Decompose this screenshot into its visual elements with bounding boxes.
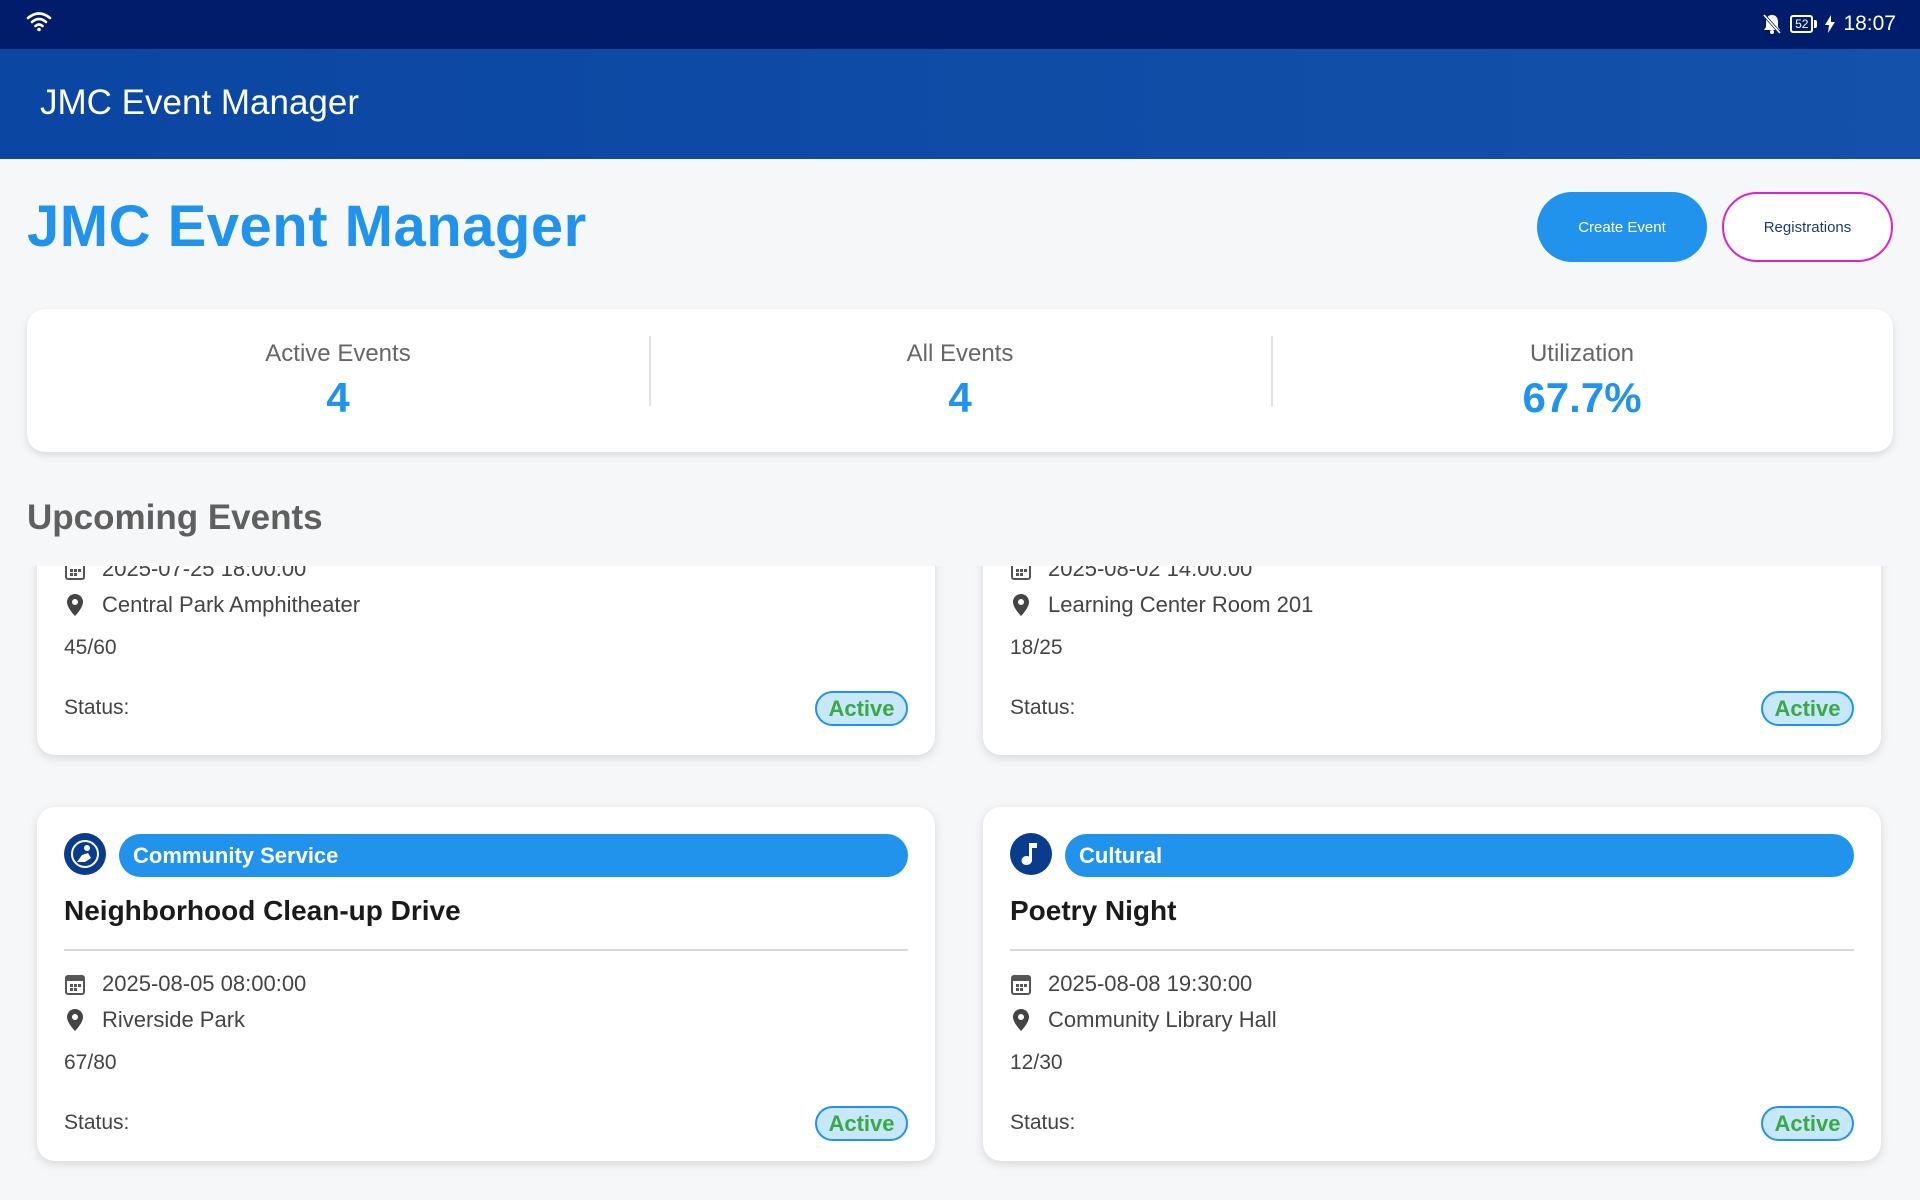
event-location: Central Park Amphitheater (102, 592, 361, 617)
create-event-button[interactable]: Create Event (1537, 192, 1707, 262)
event-location-row: Riverside Park (64, 1007, 245, 1033)
events-list[interactable]: 2025-07-25 18:00:00 Central Park Amphith… (0, 566, 1920, 1200)
event-card[interactable]: Community Service Neighborhood Clean-up … (37, 807, 935, 1161)
battery-level: 52 (1790, 15, 1814, 33)
calendar-icon (65, 975, 85, 995)
charging-icon (1825, 15, 1836, 33)
battery-indicator: 52 (1790, 15, 1818, 33)
event-status-label: Status: (64, 696, 130, 719)
status-badge: Active (1761, 1106, 1854, 1141)
stat-active-events: Active Events 4 (27, 309, 649, 452)
location-pin-icon (67, 1009, 83, 1031)
stats-card: Active Events 4 All Events 4 Utilization… (27, 309, 1893, 452)
stat-label: Utilization (1529, 340, 1635, 367)
location-pin-icon (67, 594, 83, 616)
section-title: Upcoming Events (27, 498, 323, 537)
music-note-icon (1010, 833, 1052, 875)
event-status-label: Status: (1010, 1111, 1076, 1134)
event-card[interactable]: 2025-07-25 18:00:00 Central Park Amphith… (37, 566, 935, 755)
status-badge: Active (815, 691, 908, 726)
stat-label: All Events (906, 340, 1014, 367)
event-datetime-row: 2025-07-25 18:00:00 (64, 566, 306, 582)
stat-value: 67.7% (1522, 374, 1642, 421)
status-badge: Active (815, 1106, 908, 1141)
volunteer-icon (64, 833, 106, 875)
event-card[interactable]: 2025-08-02 14:00:00 Learning Center Room… (983, 566, 1881, 755)
notifications-muted-icon (1762, 14, 1782, 34)
divider (64, 949, 908, 951)
event-datetime: 2025-08-02 14:00:00 (1048, 566, 1253, 581)
event-location: Riverside Park (102, 1007, 246, 1032)
event-category: Community Service (119, 834, 908, 877)
status-badge: Active (1761, 691, 1854, 726)
event-location: Community Library Hall (1048, 1007, 1277, 1032)
calendar-icon (65, 566, 85, 580)
event-title: Poetry Night (1010, 895, 1177, 926)
event-location-row: Central Park Amphitheater (64, 592, 360, 618)
event-location-row: Community Library Hall (1010, 1007, 1277, 1033)
divider (1010, 949, 1854, 951)
app-bar: JMC Event Manager (0, 49, 1920, 159)
event-status-label: Status: (1010, 696, 1076, 719)
event-category: Cultural (1065, 834, 1854, 877)
stat-value: 4 (948, 374, 972, 421)
stat-label: Active Events (265, 340, 411, 367)
event-status-label: Status: (64, 1111, 130, 1134)
event-capacity: 45/60 (64, 636, 117, 659)
app-bar-title: JMC Event Manager (40, 83, 360, 122)
event-card[interactable]: Cultural Poetry Night 2025-08-08 19:30:0… (983, 807, 1881, 1161)
event-capacity: 67/80 (64, 1051, 117, 1074)
event-datetime: 2025-07-25 18:00:00 (102, 566, 307, 581)
registrations-button[interactable]: Registrations (1722, 192, 1893, 262)
stat-value: 4 (326, 374, 350, 421)
calendar-icon (1011, 975, 1031, 995)
event-datetime-row: 2025-08-02 14:00:00 (1010, 566, 1252, 582)
location-pin-icon (1013, 1009, 1029, 1031)
wifi-icon (26, 12, 52, 32)
event-location: Learning Center Room 201 (1048, 592, 1314, 617)
event-datetime: 2025-08-05 08:00:00 (102, 971, 307, 996)
clock: 18:07 (1843, 12, 1896, 35)
event-datetime-row: 2025-08-08 19:30:00 (1010, 971, 1252, 997)
stat-utilization: Utilization 67.7% (1271, 309, 1893, 452)
event-capacity: 12/30 (1010, 1051, 1063, 1074)
event-location-row: Learning Center Room 201 (1010, 592, 1313, 618)
system-status-bar: 52 18:07 (0, 0, 1920, 49)
event-datetime: 2025-08-08 19:30:00 (1048, 971, 1253, 996)
page-title: JMC Event Manager (27, 194, 587, 259)
event-capacity: 18/25 (1010, 636, 1063, 659)
event-title: Neighborhood Clean-up Drive (64, 895, 461, 926)
location-pin-icon (1013, 594, 1029, 616)
calendar-icon (1011, 566, 1031, 580)
event-datetime-row: 2025-08-05 08:00:00 (64, 971, 306, 997)
stat-all-events: All Events 4 (649, 309, 1271, 452)
